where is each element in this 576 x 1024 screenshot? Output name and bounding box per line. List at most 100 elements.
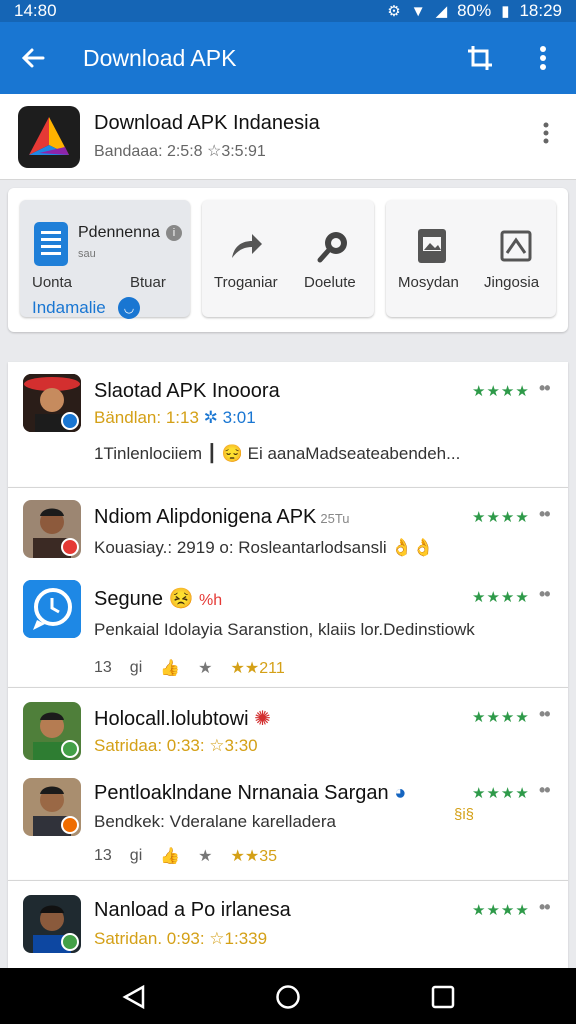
app-list-card: Ndiom Alipdonigena APK 25Tu Kouasiay.: 29…	[8, 487, 568, 687]
status-time-left: 14:80	[14, 1, 57, 20]
avatar	[23, 500, 81, 558]
emoji-icon: 👌👌	[391, 538, 434, 557]
list-item[interactable]: Segune 😣 %h Penkaial Idolayia Saranstion…	[8, 568, 568, 688]
avatar	[23, 702, 81, 760]
tile-b-left-label: Troganiar	[214, 274, 278, 291]
rating-stars: ★★★★	[472, 709, 530, 726]
tile-c-right-label: Jingosia	[484, 274, 540, 291]
app-logo	[18, 105, 80, 168]
header-more-button[interactable]	[534, 122, 558, 151]
app-title: Holocall.lolubtowi ✺	[94, 708, 271, 730]
app-subtitle: Satridan. 0:93: ☆1:339	[94, 929, 268, 948]
list-item[interactable]: Nanload a Po irlanesa Satridan. 0:93: ☆1…	[8, 881, 568, 969]
more-vert-icon	[540, 46, 546, 70]
tile-a-link[interactable]: Indamalie	[32, 298, 106, 318]
header-title: Download APK Indanesia	[94, 112, 320, 134]
tile-share-search: Troganiar Doelute	[202, 200, 374, 317]
overflow-menu-button[interactable]	[510, 45, 576, 71]
circle-home-icon	[276, 985, 300, 1009]
emoji-icon: ✺	[254, 708, 271, 730]
tile-a-name: Pdennenna	[78, 224, 160, 241]
image-button[interactable]	[412, 226, 452, 266]
bookmark-button[interactable]	[496, 226, 536, 266]
actions-panel: Pdennenna i sau Uonta Btuar Indamalie ◡ …	[8, 188, 568, 332]
app-subtitle: Bändlan: 1:13 ✲ 3:01	[94, 408, 256, 427]
more-button[interactable]: ••	[539, 704, 551, 725]
system-nav-bar	[0, 968, 576, 1024]
app-subtitle: Bendkek: Vderalane karelladera	[94, 812, 336, 831]
app-subtitle: Kouasiay.: 2919 o: Rosleantarlodsansli 👌…	[94, 538, 434, 557]
tile-a-left-label: Uonta	[32, 274, 73, 291]
image-file-icon	[418, 229, 446, 263]
app-title: Segune 😣 %h	[94, 588, 223, 610]
nav-home-button[interactable]	[275, 984, 301, 1010]
settings-status-icon: ⚙	[387, 3, 401, 20]
avatar	[23, 895, 81, 953]
list-item[interactable]: Slaotad APK Inooora Bändlan: 1:13 ✲ 3:01…	[8, 362, 568, 487]
signal-icon: ◢	[435, 3, 448, 20]
app-title: Ndiom Alipdonigena APK 25Tu	[94, 506, 350, 528]
status-icons: ⚙ ▼ ◢ 80% ▮ 18:29	[387, 1, 562, 21]
thumbs-up-icon[interactable]: 👍	[160, 658, 180, 678]
document-icon	[34, 222, 68, 266]
rating-stars: ★★★★	[472, 589, 530, 606]
tile-document[interactable]: Pdennenna i sau Uonta Btuar Indamalie ◡	[20, 200, 190, 319]
share-button[interactable]	[226, 226, 266, 266]
crop-button[interactable]	[450, 44, 510, 72]
chat-bubble-icon	[23, 580, 81, 638]
more-button[interactable]: ••	[539, 780, 551, 801]
tile-b-right-label: Doelute	[304, 274, 356, 291]
nav-back-button[interactable]	[121, 984, 147, 1010]
star-icon[interactable]: ★	[198, 846, 212, 866]
thumbs-up-icon[interactable]: 👍	[160, 846, 180, 866]
app-list-card: Nanload a Po irlanesa Satridan. 0:93: ☆1…	[8, 880, 568, 968]
more-button[interactable]: ••	[539, 378, 551, 399]
triangle-back-icon	[122, 984, 145, 1010]
app-title: Nanload a Po irlanesa	[94, 899, 291, 921]
info-badge-icon: i	[166, 225, 182, 241]
list-item[interactable]: Pentloaklndane Nrnanaia Sargan ◕ Bendkek…	[8, 766, 568, 881]
emoji-icon: 😔	[221, 444, 243, 463]
pin-icon: ┃	[206, 444, 222, 463]
wifi-icon: ▼	[410, 2, 426, 20]
tile-c-left-label: Mosydan	[398, 274, 459, 291]
arrow-back-icon	[21, 48, 45, 68]
status-time-right: 18:29	[519, 1, 562, 20]
more-button[interactable]: ••	[539, 584, 551, 605]
bookmark-check-icon	[500, 230, 532, 262]
rating-stars: ★★★★	[472, 785, 530, 802]
back-button[interactable]	[0, 44, 66, 72]
tile-media: Mosydan Jingosia	[386, 200, 556, 317]
search-icon	[317, 232, 347, 263]
tile-a-right-label: Btuar	[130, 274, 166, 291]
triangle-logo-icon	[29, 116, 69, 155]
status-bar: 14:80 ⚙ ▼ ◢ 80% ▮ 18:29	[0, 0, 576, 22]
more-button[interactable]: ••	[539, 897, 551, 918]
app-title: Slaotad APK Inooora	[94, 380, 280, 402]
list-item[interactable]: Ndiom Alipdonigena APK 25Tu Kouasiay.: 29…	[8, 488, 568, 568]
badge-icon	[61, 538, 79, 556]
app-meta: 13 gi 👍 ★ ★★211	[94, 658, 285, 678]
battery-icon: ▮	[501, 3, 510, 20]
avatar	[23, 374, 81, 432]
app-list-card: Holocall.lolubtowi ✺ Satridaa: 0:33: ☆3:…	[8, 687, 568, 880]
more-vert-icon	[543, 122, 549, 144]
more-button[interactable]: ••	[539, 504, 551, 525]
list-item[interactable]: Holocall.lolubtowi ✺ Satridaa: 0:33: ☆3:…	[8, 688, 568, 766]
app-bar: Download APK	[0, 22, 576, 94]
app-header-card[interactable]: Download APK Indanesia Bandaaa: 2:5:8 ☆3…	[0, 94, 576, 180]
avatar	[23, 778, 81, 836]
verified-badge-icon	[61, 412, 79, 430]
app-description: Penkaial Idolayia Saranstion, klaiis lor…	[94, 620, 475, 639]
badge-icon	[61, 933, 79, 951]
verified-icon: ◕	[394, 782, 407, 804]
emoji-icon: 😣	[168, 588, 199, 610]
search-button[interactable]	[314, 226, 354, 266]
badge-icon	[61, 740, 79, 758]
rating-stars: ★★★★	[472, 509, 530, 526]
app-list-card: Slaotad APK Inooora Bändlan: 1:13 ✲ 3:01…	[8, 362, 568, 487]
star-icon[interactable]: ★	[198, 658, 212, 678]
nav-recents-button[interactable]	[430, 984, 456, 1010]
share-arrow-icon	[232, 234, 262, 258]
battery-percent: 80%	[457, 1, 492, 20]
